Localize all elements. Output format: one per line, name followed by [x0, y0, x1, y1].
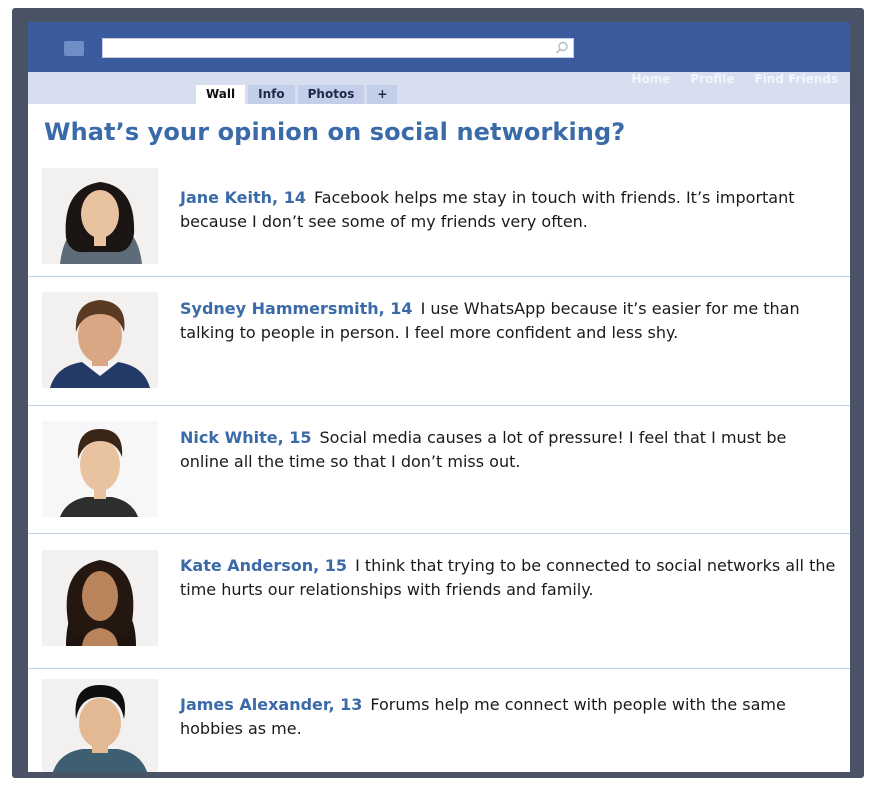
post-text: Jane Keith, 14 Facebook helps me stay in …	[180, 186, 840, 234]
post-text: James Alexander, 13 Forums help me connec…	[180, 693, 840, 741]
wall-post: Nick White, 15 Social media causes a lot …	[28, 406, 850, 534]
wall-post: Jane Keith, 14 Facebook helps me stay in …	[28, 166, 850, 277]
post-author-link[interactable]: James Alexander, 13	[180, 695, 362, 714]
page-frame: Wall Info Photos + Home Profile Find Fri…	[12, 8, 864, 778]
person-photo-icon	[42, 550, 158, 646]
tab-bar: Wall Info Photos + Home Profile Find Fri…	[28, 72, 850, 104]
tab-photos[interactable]: Photos	[297, 85, 365, 104]
post-text: Kate Anderson, 15 I think that trying to …	[180, 554, 840, 602]
person-photo-icon	[42, 421, 158, 517]
search-input[interactable]	[102, 38, 574, 58]
search-icon[interactable]	[555, 41, 569, 55]
post-author-link[interactable]: Sydney Hammersmith, 14	[180, 299, 413, 318]
wall-post: Kate Anderson, 15 I think that trying to …	[28, 534, 850, 669]
tab-add[interactable]: +	[367, 85, 398, 104]
tab-info[interactable]: Info	[248, 85, 295, 104]
post-author-link[interactable]: Kate Anderson, 15	[180, 556, 347, 575]
person-photo-icon	[42, 292, 158, 388]
avatar	[42, 679, 158, 772]
top-bar	[28, 22, 850, 72]
person-photo-icon	[42, 168, 158, 264]
avatar	[42, 550, 158, 646]
post-text: Nick White, 15 Social media causes a lot …	[180, 426, 840, 474]
nav-home-link[interactable]: Home	[631, 72, 670, 86]
profile-page: Wall Info Photos + Home Profile Find Fri…	[28, 22, 850, 772]
nav-find-friends-link[interactable]: Find Friends	[755, 72, 839, 86]
avatar	[42, 168, 158, 264]
person-photo-icon	[42, 679, 158, 772]
post-author-link[interactable]: Jane Keith, 14	[180, 188, 306, 207]
wall-post: Sydney Hammersmith, 14 I use WhatsApp bec…	[28, 277, 850, 406]
nav-profile-link[interactable]: Profile	[690, 72, 734, 86]
profile-tabs: Wall Info Photos +	[196, 85, 398, 104]
page-title: What’s your opinion on social networking…	[44, 118, 626, 146]
avatar	[42, 292, 158, 388]
post-text: Sydney Hammersmith, 14 I use WhatsApp bec…	[180, 297, 840, 345]
avatar	[42, 421, 158, 517]
top-nav: Home Profile Find Friends	[631, 72, 838, 86]
chat-logo-icon	[64, 41, 84, 56]
post-author-link[interactable]: Nick White, 15	[180, 428, 312, 447]
tab-wall[interactable]: Wall	[196, 85, 246, 104]
wall-post: James Alexander, 13 Forums help me connec…	[28, 669, 850, 772]
